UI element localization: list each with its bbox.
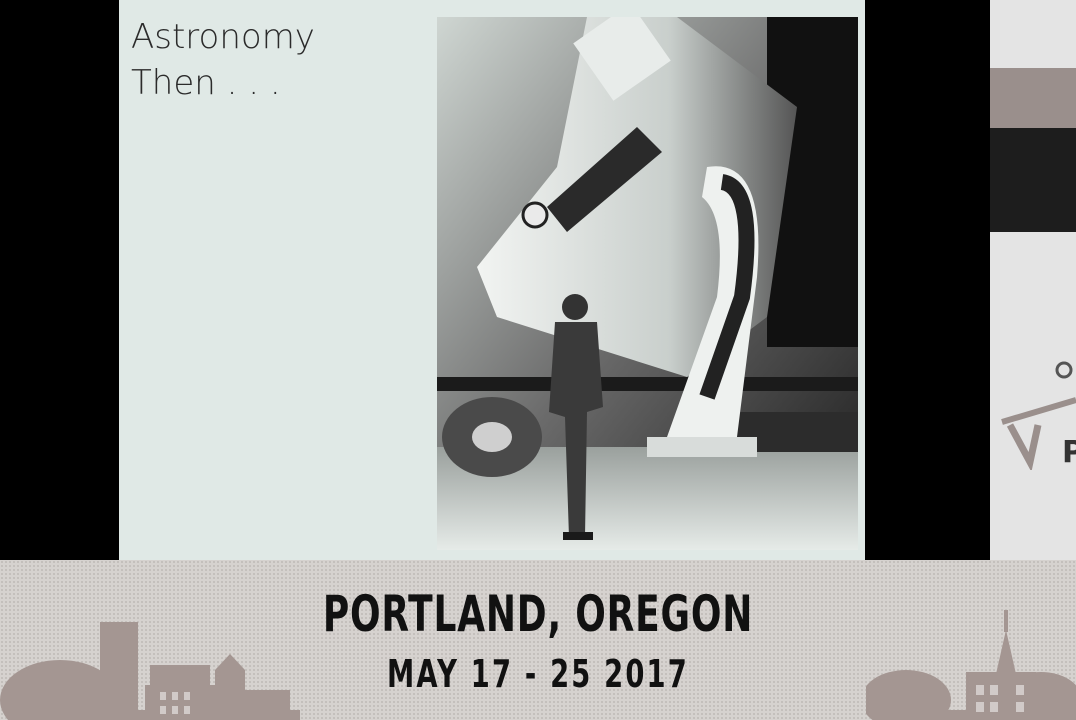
event-location: PORTLAND, OREGON	[322, 585, 754, 643]
event-dates: MAY 17 - 25 2017	[387, 652, 689, 696]
slide-title-line2: Then . . .	[131, 63, 281, 103]
right-panel-band	[990, 68, 1076, 128]
conference-logo-fragment: P	[1001, 361, 1076, 470]
slide-title-line1: Astronomy	[131, 17, 315, 57]
telescope-photo-image	[437, 17, 858, 550]
telescope-photo	[437, 17, 858, 550]
presentation-stage: Astronomy Then . . . P	[0, 0, 1076, 560]
logo-letter: P	[1062, 435, 1076, 470]
right-side-panel: P	[990, 0, 1076, 560]
slide: Astronomy Then . . .	[119, 0, 865, 560]
right-panel-dark-band	[990, 128, 1076, 232]
banner-text: PORTLAND, OREGON MAY 17 - 25 2017	[0, 560, 1076, 720]
slide-title: Astronomy Then . . .	[131, 14, 421, 106]
event-banner: PORTLAND, OREGON MAY 17 - 25 2017	[0, 560, 1076, 720]
